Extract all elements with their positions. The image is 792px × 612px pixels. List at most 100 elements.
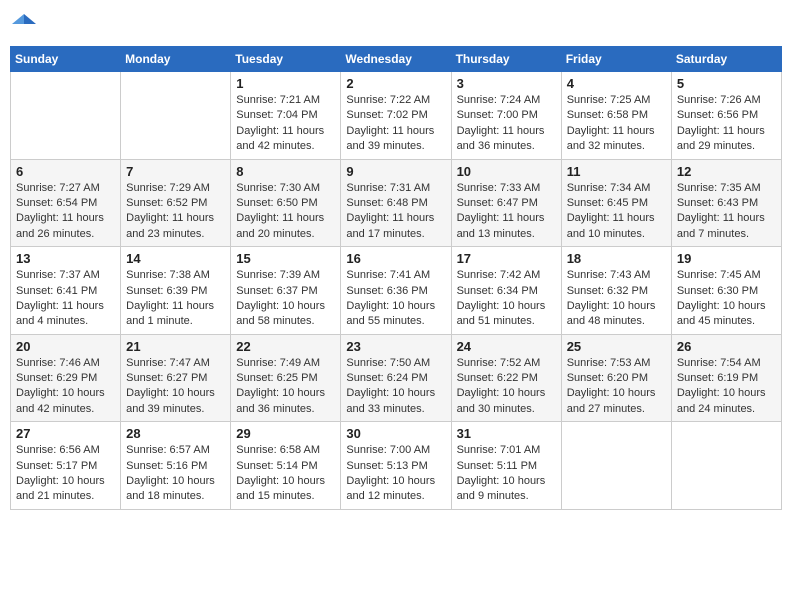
day-header-thursday: Thursday [451, 47, 561, 72]
calendar-cell: 24 Sunrise: 7:52 AM Sunset: 6:22 PM Dayl… [451, 334, 561, 422]
day-header-wednesday: Wednesday [341, 47, 451, 72]
page-header [10, 10, 782, 38]
daylight-label: Daylight: 11 hours and 39 minutes. [346, 125, 434, 152]
calendar-cell [561, 422, 671, 510]
daylight-label: Daylight: 10 hours and 36 minutes. [236, 387, 325, 414]
sunrise-label: Sunrise: 7:35 AM [677, 182, 761, 194]
calendar-cell: 1 Sunrise: 7:21 AM Sunset: 7:04 PM Dayli… [231, 72, 341, 160]
daylight-label: Daylight: 11 hours and 36 minutes. [457, 125, 545, 152]
sunset-label: Sunset: 5:11 PM [457, 460, 538, 472]
day-number: 27 [16, 426, 115, 441]
day-number: 22 [236, 339, 335, 354]
day-number: 4 [567, 76, 666, 91]
day-number: 6 [16, 164, 115, 179]
sunset-label: Sunset: 6:25 PM [236, 372, 317, 384]
day-number: 9 [346, 164, 445, 179]
day-info: Sunrise: 7:31 AM Sunset: 6:48 PM Dayligh… [346, 181, 445, 243]
day-number: 14 [126, 251, 225, 266]
day-info: Sunrise: 7:43 AM Sunset: 6:32 PM Dayligh… [567, 268, 666, 330]
sunrise-label: Sunrise: 6:58 AM [236, 444, 320, 456]
day-header-saturday: Saturday [671, 47, 781, 72]
sunset-label: Sunset: 6:32 PM [567, 285, 648, 297]
sunrise-label: Sunrise: 7:34 AM [567, 182, 651, 194]
calendar-table: SundayMondayTuesdayWednesdayThursdayFrid… [10, 46, 782, 510]
sunrise-label: Sunrise: 7:54 AM [677, 357, 761, 369]
sunset-label: Sunset: 6:58 PM [567, 109, 648, 121]
calendar-cell: 19 Sunrise: 7:45 AM Sunset: 6:30 PM Dayl… [671, 247, 781, 335]
daylight-label: Daylight: 10 hours and 45 minutes. [677, 300, 766, 327]
day-info: Sunrise: 7:27 AM Sunset: 6:54 PM Dayligh… [16, 181, 115, 243]
calendar-cell [11, 72, 121, 160]
sunset-label: Sunset: 5:14 PM [236, 460, 317, 472]
sunrise-label: Sunrise: 7:29 AM [126, 182, 210, 194]
sunset-label: Sunset: 6:19 PM [677, 372, 758, 384]
day-info: Sunrise: 7:01 AM Sunset: 5:11 PM Dayligh… [457, 443, 556, 505]
day-info: Sunrise: 7:35 AM Sunset: 6:43 PM Dayligh… [677, 181, 776, 243]
calendar-cell: 27 Sunrise: 6:56 AM Sunset: 5:17 PM Dayl… [11, 422, 121, 510]
day-number: 15 [236, 251, 335, 266]
sunrise-label: Sunrise: 7:49 AM [236, 357, 320, 369]
sunrise-label: Sunrise: 7:47 AM [126, 357, 210, 369]
sunset-label: Sunset: 6:54 PM [16, 197, 97, 209]
daylight-label: Daylight: 11 hours and 20 minutes. [236, 212, 324, 239]
sunrise-label: Sunrise: 7:21 AM [236, 94, 320, 106]
calendar-cell: 17 Sunrise: 7:42 AM Sunset: 6:34 PM Dayl… [451, 247, 561, 335]
calendar-cell: 2 Sunrise: 7:22 AM Sunset: 7:02 PM Dayli… [341, 72, 451, 160]
day-info: Sunrise: 7:21 AM Sunset: 7:04 PM Dayligh… [236, 93, 335, 155]
logo-icon [10, 10, 38, 38]
sunrise-label: Sunrise: 7:22 AM [346, 94, 430, 106]
day-info: Sunrise: 7:46 AM Sunset: 6:29 PM Dayligh… [16, 356, 115, 418]
day-number: 13 [16, 251, 115, 266]
sunset-label: Sunset: 6:39 PM [126, 285, 207, 297]
daylight-label: Daylight: 10 hours and 48 minutes. [567, 300, 656, 327]
day-number: 11 [567, 164, 666, 179]
calendar-cell [121, 72, 231, 160]
sunrise-label: Sunrise: 7:00 AM [346, 444, 430, 456]
sunrise-label: Sunrise: 7:39 AM [236, 269, 320, 281]
sunset-label: Sunset: 6:34 PM [457, 285, 538, 297]
sunset-label: Sunset: 7:04 PM [236, 109, 317, 121]
sunrise-label: Sunrise: 7:37 AM [16, 269, 100, 281]
day-number: 10 [457, 164, 556, 179]
calendar-cell: 11 Sunrise: 7:34 AM Sunset: 6:45 PM Dayl… [561, 159, 671, 247]
sunrise-label: Sunrise: 7:43 AM [567, 269, 651, 281]
daylight-label: Daylight: 11 hours and 13 minutes. [457, 212, 545, 239]
calendar-header-row: SundayMondayTuesdayWednesdayThursdayFrid… [11, 47, 782, 72]
daylight-label: Daylight: 10 hours and 15 minutes. [236, 475, 325, 502]
day-info: Sunrise: 7:45 AM Sunset: 6:30 PM Dayligh… [677, 268, 776, 330]
sunset-label: Sunset: 6:50 PM [236, 197, 317, 209]
day-info: Sunrise: 7:54 AM Sunset: 6:19 PM Dayligh… [677, 356, 776, 418]
calendar-cell: 15 Sunrise: 7:39 AM Sunset: 6:37 PM Dayl… [231, 247, 341, 335]
sunrise-label: Sunrise: 7:52 AM [457, 357, 541, 369]
calendar-cell: 22 Sunrise: 7:49 AM Sunset: 6:25 PM Dayl… [231, 334, 341, 422]
day-number: 1 [236, 76, 335, 91]
calendar-cell: 31 Sunrise: 7:01 AM Sunset: 5:11 PM Dayl… [451, 422, 561, 510]
day-number: 24 [457, 339, 556, 354]
sunset-label: Sunset: 6:30 PM [677, 285, 758, 297]
calendar-cell: 20 Sunrise: 7:46 AM Sunset: 6:29 PM Dayl… [11, 334, 121, 422]
calendar-cell: 30 Sunrise: 7:00 AM Sunset: 5:13 PM Dayl… [341, 422, 451, 510]
calendar-cell: 29 Sunrise: 6:58 AM Sunset: 5:14 PM Dayl… [231, 422, 341, 510]
day-number: 26 [677, 339, 776, 354]
daylight-label: Daylight: 10 hours and 42 minutes. [16, 387, 105, 414]
day-info: Sunrise: 7:24 AM Sunset: 7:00 PM Dayligh… [457, 93, 556, 155]
daylight-label: Daylight: 11 hours and 32 minutes. [567, 125, 655, 152]
day-info: Sunrise: 7:50 AM Sunset: 6:24 PM Dayligh… [346, 356, 445, 418]
daylight-label: Daylight: 10 hours and 12 minutes. [346, 475, 435, 502]
day-number: 29 [236, 426, 335, 441]
day-info: Sunrise: 7:22 AM Sunset: 7:02 PM Dayligh… [346, 93, 445, 155]
day-number: 20 [16, 339, 115, 354]
day-info: Sunrise: 7:30 AM Sunset: 6:50 PM Dayligh… [236, 181, 335, 243]
sunrise-label: Sunrise: 7:31 AM [346, 182, 430, 194]
day-header-friday: Friday [561, 47, 671, 72]
daylight-label: Daylight: 10 hours and 18 minutes. [126, 475, 215, 502]
sunrise-label: Sunrise: 7:33 AM [457, 182, 541, 194]
calendar-cell: 3 Sunrise: 7:24 AM Sunset: 7:00 PM Dayli… [451, 72, 561, 160]
daylight-label: Daylight: 11 hours and 7 minutes. [677, 212, 765, 239]
day-number: 16 [346, 251, 445, 266]
calendar-cell: 23 Sunrise: 7:50 AM Sunset: 6:24 PM Dayl… [341, 334, 451, 422]
daylight-label: Daylight: 10 hours and 33 minutes. [346, 387, 435, 414]
day-number: 23 [346, 339, 445, 354]
daylight-label: Daylight: 11 hours and 26 minutes. [16, 212, 104, 239]
sunset-label: Sunset: 6:45 PM [567, 197, 648, 209]
